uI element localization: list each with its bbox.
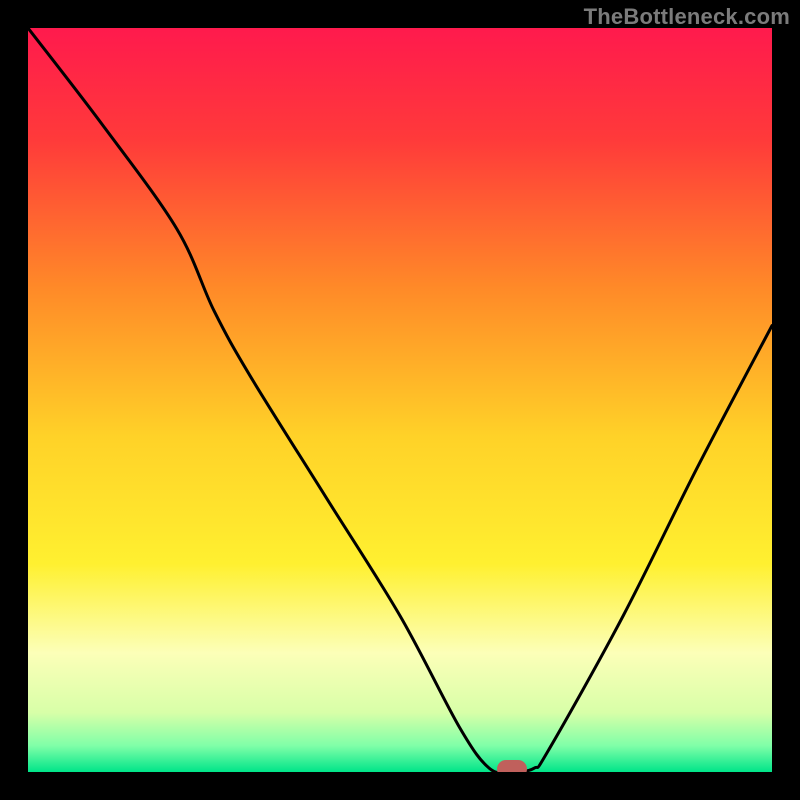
chart-svg: [28, 28, 772, 772]
gradient-background: [28, 28, 772, 772]
optimal-marker: [497, 760, 527, 772]
attribution-label: TheBottleneck.com: [584, 4, 790, 30]
plot-area: [28, 28, 772, 772]
chart-frame: TheBottleneck.com: [0, 0, 800, 800]
